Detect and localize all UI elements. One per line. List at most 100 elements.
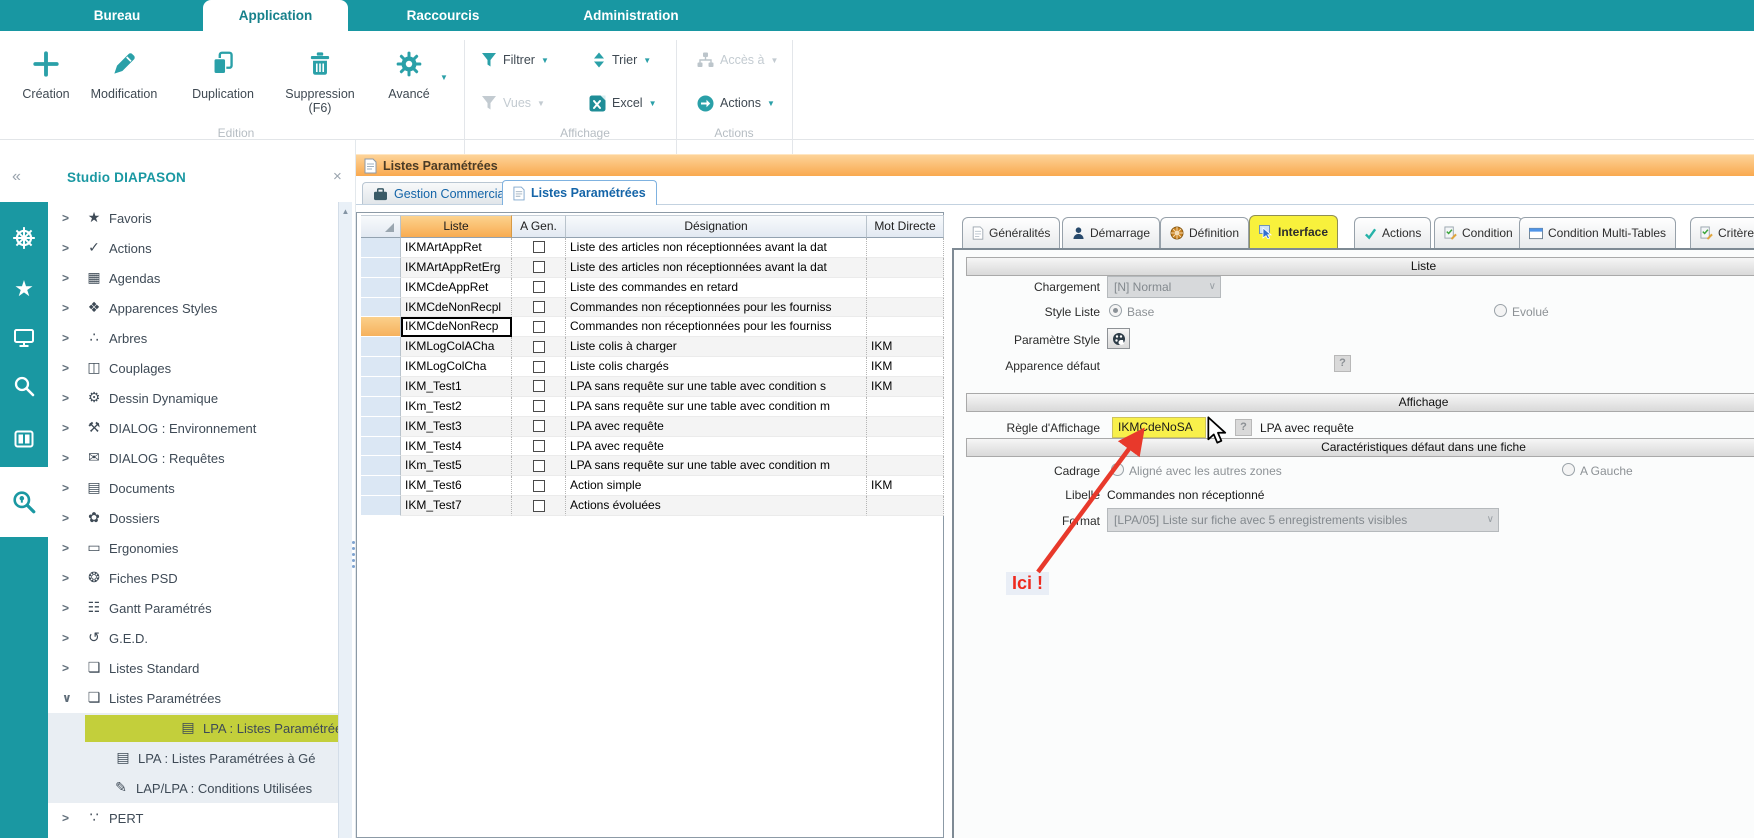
agen-checkbox[interactable] (533, 241, 545, 253)
agen-checkbox[interactable] (533, 361, 545, 373)
search-icon[interactable] (0, 362, 48, 410)
tree-item-documents[interactable]: >▤Documents (48, 473, 338, 503)
agen-checkbox[interactable] (533, 321, 545, 333)
column-header-mot-directeur[interactable]: Mot Directe (867, 215, 944, 238)
agen-checkbox[interactable] (533, 341, 545, 353)
tree-item-agendas[interactable]: >▦Agendas (48, 263, 338, 293)
avance-button[interactable]: Avancé (380, 49, 438, 101)
regle-affichage-hint: LPA avec requête (1260, 421, 1354, 435)
creation-button[interactable]: Création (11, 49, 81, 101)
columns-icon[interactable] (0, 415, 48, 463)
detail-tab-demarrage[interactable]: Démarrage (1062, 217, 1160, 248)
acces-a-button: Accès à▼ (697, 48, 778, 72)
detail-tab-actions[interactable]: Actions (1354, 217, 1431, 248)
sidebar-close-icon[interactable]: × (333, 168, 342, 185)
agen-checkbox[interactable] (533, 281, 545, 293)
table-row[interactable]: IKMArtAppRetErgListe des articles non ré… (361, 258, 944, 278)
edit-icon: ✎ (111, 780, 131, 796)
detail-tab-condition-multi-tables[interactable]: Condition Multi-Tables (1519, 217, 1676, 248)
tree-item-lap-lpa-conditions-utilisees[interactable]: ✎LAP/LPA : Conditions Utilisées (48, 773, 338, 803)
regle-affichage-field[interactable]: IKMCdeNoSA (1112, 417, 1206, 438)
tree-item-listes-standard[interactable]: >❏Listes Standard (48, 653, 338, 683)
table-row[interactable]: IKM_Test6Action simpleIKM (361, 476, 944, 496)
agen-checkbox[interactable] (533, 301, 545, 313)
table-row[interactable]: IKMArtAppRetListe des articles non récep… (361, 238, 944, 258)
column-header-designation[interactable]: Désignation (566, 215, 867, 238)
table-row[interactable]: IKm_Test5LPA sans requête sur une table … (361, 456, 944, 476)
table-row[interactable]: IKMLogColAChaListe colis à chargerIKM (361, 337, 944, 357)
excel-button[interactable]: Excel▼ (589, 91, 657, 115)
scroll-up-icon[interactable]: ▲ (339, 202, 352, 216)
tree-item-lpa-listes-parametrees[interactable]: ▤ LPA : Listes Paramétrées (48, 713, 338, 743)
tree-item-dialog-requetes[interactable]: >✉DIALOG : Requêtes (48, 443, 338, 473)
agen-checkbox[interactable] (533, 400, 545, 412)
tree-item-actions[interactable]: >✓Actions (48, 233, 338, 263)
tree-item-arbres[interactable]: >∴Arbres (48, 323, 338, 353)
menu-administration[interactable]: Administration (572, 0, 690, 31)
filter-icon (481, 95, 497, 111)
agen-checkbox[interactable] (533, 440, 545, 452)
regle-help-button[interactable]: ? (1235, 419, 1252, 436)
tree-item-apparences-styles[interactable]: >❖Apparences Styles (48, 293, 338, 323)
sidebar-collapse-button[interactable]: « (12, 168, 21, 186)
table-row-selected[interactable]: IKMCdeNonRecpCommandes non réceptionnées… (361, 317, 944, 337)
tree-item-lpa-listes-parametrees-a-generer[interactable]: ▤LPA : Listes Paramétrées à Gé (48, 743, 338, 773)
actions-button[interactable]: Actions▼ (697, 91, 775, 115)
filtrer-button[interactable]: Filtrer▼ (481, 48, 549, 72)
avance-dropdown-caret[interactable]: ▼ (440, 73, 448, 82)
table-row[interactable]: IKM_Test7Actions évoluées (361, 496, 944, 516)
agen-checkbox[interactable] (533, 261, 545, 273)
menu-application[interactable]: Application (203, 0, 348, 31)
list-doc-icon: ❏ (84, 690, 104, 706)
detail-tab-criteres[interactable]: Critères (1690, 217, 1754, 248)
detail-tab-interface[interactable]: Interface (1249, 215, 1338, 248)
suppression-button[interactable]: Suppression (F6) (275, 49, 365, 115)
interface-tab-panel: Liste Chargement [N] Normal∨ Style Liste… (952, 248, 1754, 838)
table-row[interactable]: IKm_Test2LPA sans requête sur une table … (361, 397, 944, 417)
monitor-icon[interactable] (0, 314, 48, 362)
tree-item-fiches-psd[interactable]: >❂Fiches PSD (48, 563, 338, 593)
search-pin-icon[interactable] (0, 467, 48, 537)
column-header-liste[interactable]: Liste (401, 215, 512, 238)
detail-tab-generalites[interactable]: Généralités (962, 217, 1060, 248)
menu-bureau[interactable]: Bureau (72, 0, 162, 31)
tree-item-ged[interactable]: >↺G.E.D. (48, 623, 338, 653)
lists-table: Liste A Gen. Désignation Mot Directe IKM… (356, 212, 944, 838)
chargement-select: [N] Normal∨ (1107, 276, 1221, 298)
menu-raccourcis[interactable]: Raccourcis (398, 0, 488, 31)
agen-checkbox[interactable] (533, 500, 545, 512)
tree-scrollbar[interactable]: ▲ (338, 202, 352, 838)
tree-item-ergonomies[interactable]: >▭Ergonomies (48, 533, 338, 563)
modification-button[interactable]: Modification (79, 49, 169, 101)
tab-listes-parametrees[interactable]: Listes Paramétrées (502, 180, 657, 205)
column-header-agen[interactable]: A Gen. (512, 215, 566, 238)
agen-checkbox[interactable] (533, 480, 545, 492)
helm-icon[interactable] (0, 214, 48, 262)
agen-checkbox[interactable] (533, 380, 545, 392)
star-icon[interactable]: ★ (0, 266, 48, 314)
tree-item-couplages[interactable]: >◫Couplages (48, 353, 338, 383)
tree-item-dialog-environnement[interactable]: >⚒DIALOG : Environnement (48, 413, 338, 443)
apparence-help-button[interactable]: ? (1334, 355, 1351, 372)
tree-item-dossiers[interactable]: >✿Dossiers (48, 503, 338, 533)
corner-header-cell[interactable] (361, 215, 401, 238)
parametre-style-button[interactable] (1107, 328, 1130, 349)
table-row[interactable]: IKM_Test1LPA sans requête sur une table … (361, 377, 944, 397)
trier-button[interactable]: Trier▼ (592, 48, 651, 72)
duplication-button[interactable]: Duplication (183, 49, 263, 101)
tree-item-dessin-dynamique[interactable]: >⚙Dessin Dynamique (48, 383, 338, 413)
detail-tab-condition[interactable]: Condition (1434, 217, 1523, 248)
table-row[interactable]: IKM_Test4LPA avec requête (361, 437, 944, 457)
tree-item-listes-parametrees[interactable]: ∨❏Listes Paramétrées (48, 683, 338, 713)
agen-checkbox[interactable] (533, 460, 545, 472)
tree-item-gantt-parametres[interactable]: >☷Gantt Paramétrés (48, 593, 338, 623)
table-row[interactable]: IKMCdeAppRetListe des commandes en retar… (361, 278, 944, 298)
table-row[interactable]: IKMLogColChaListe colis chargésIKM (361, 357, 944, 377)
tree-item-favoris[interactable]: >★Favoris (48, 203, 338, 233)
libelle-label: Libellé (954, 488, 1100, 502)
tree-item-pert[interactable]: >∵PERT (48, 803, 338, 833)
detail-tab-definition[interactable]: Définition (1160, 217, 1249, 248)
table-row[interactable]: IKM_Test3LPA avec requête (361, 417, 944, 437)
table-row[interactable]: IKMCdeNonRecplCommandes non réceptionnée… (361, 298, 944, 318)
agen-checkbox[interactable] (533, 420, 545, 432)
